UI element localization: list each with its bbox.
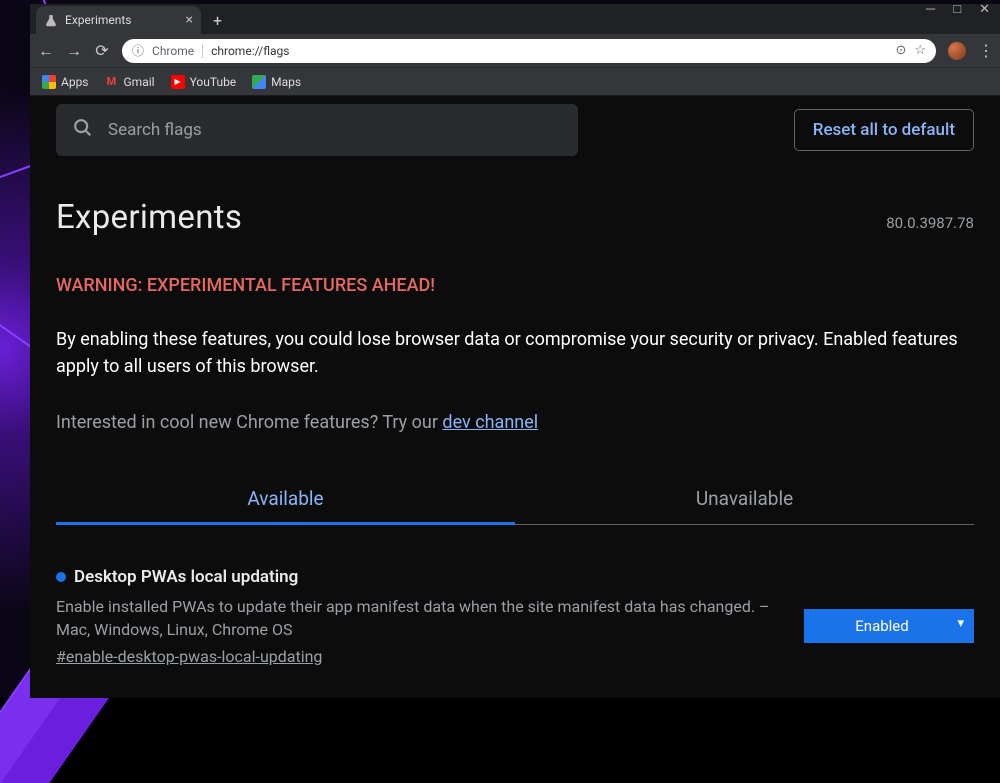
apps-grid-icon	[42, 75, 56, 89]
content-tabs: Available Unavailable	[56, 473, 974, 525]
bookmark-gmail[interactable]: M Gmail	[105, 75, 155, 89]
flag-state-select-wrap: Enabled	[804, 609, 974, 643]
address-bar[interactable]: ⓘ Chrome chrome://flags ⊙ ☆	[122, 39, 936, 63]
tab-available[interactable]: Available	[56, 473, 515, 525]
header-row: Experiments 80.0.3987.78	[56, 198, 974, 237]
bookmark-apps[interactable]: Apps	[42, 75, 89, 89]
flag-item: Desktop PWAs local updating Enable insta…	[56, 567, 974, 666]
back-button[interactable]: ←	[38, 41, 54, 61]
reset-all-button[interactable]: Reset all to default	[794, 109, 974, 151]
browser-window: Experiments × + ← → ⟳ ⓘ Chrome chrome://…	[30, 4, 1000, 698]
bookmarks-bar: Apps M Gmail ▶ YouTube Maps	[30, 68, 1000, 96]
bookmark-label: YouTube	[190, 75, 237, 89]
page-content: Search flags Reset all to default Experi…	[30, 96, 1000, 698]
browser-toolbar: ← → ⟳ ⓘ Chrome chrome://flags ⊙ ☆ ⋮	[30, 34, 1000, 68]
warning-heading: WARNING: EXPERIMENTAL FEATURES AHEAD!	[56, 275, 974, 296]
profile-avatar[interactable]	[948, 42, 966, 60]
url-text: chrome://flags	[211, 44, 887, 58]
modified-dot-icon	[56, 572, 66, 582]
search-placeholder: Search flags	[108, 120, 202, 140]
page-title: Experiments	[56, 198, 242, 237]
info-icon[interactable]: ⓘ	[132, 42, 144, 59]
search-row: Search flags Reset all to default	[56, 104, 974, 156]
flag-main: Desktop PWAs local updating Enable insta…	[56, 567, 780, 666]
forward-button[interactable]: →	[66, 41, 82, 61]
bookmark-maps[interactable]: Maps	[252, 75, 301, 89]
browser-tab[interactable]: Experiments ×	[36, 6, 201, 34]
flag-state-select[interactable]: Enabled	[804, 609, 974, 643]
url-scheme-label: Chrome	[152, 44, 203, 58]
flag-anchor-link[interactable]: #enable-desktop-pwas-local-updating	[56, 647, 322, 666]
flag-title: Desktop PWAs local updating	[74, 567, 298, 587]
new-tab-button[interactable]: +	[201, 11, 234, 34]
maps-icon	[252, 75, 266, 89]
interest-line: Interested in cool new Chrome features? …	[56, 412, 974, 433]
gmail-icon: M	[105, 75, 119, 89]
tab-title: Experiments	[65, 13, 179, 27]
dev-channel-link[interactable]: dev channel	[442, 412, 538, 433]
flag-description: Enable installed PWAs to update their ap…	[56, 595, 780, 641]
warning-body: By enabling these features, you could lo…	[56, 326, 974, 380]
maximize-button[interactable]: □	[953, 4, 961, 18]
interest-prefix: Interested in cool new Chrome features? …	[56, 412, 442, 433]
bookmark-label: Maps	[271, 75, 301, 89]
bookmark-label: Gmail	[124, 75, 155, 89]
search-in-omnibox-icon[interactable]: ⊙	[895, 43, 906, 58]
tab-strip: Experiments × +	[30, 4, 1000, 34]
bookmark-youtube[interactable]: ▶ YouTube	[171, 75, 237, 89]
minimize-button[interactable]: ─	[926, 4, 935, 18]
tab-unavailable[interactable]: Unavailable	[515, 473, 974, 525]
youtube-icon: ▶	[171, 75, 185, 89]
bookmark-star-icon[interactable]: ☆	[914, 43, 926, 58]
window-controls: ─ □ ✕	[926, 0, 1000, 18]
reload-button[interactable]: ⟳	[94, 41, 110, 60]
version-label: 80.0.3987.78	[886, 214, 974, 232]
browser-menu-button[interactable]: ⋮	[978, 41, 992, 60]
flag-title-row: Desktop PWAs local updating	[56, 567, 780, 587]
close-tab-icon[interactable]: ×	[186, 12, 193, 28]
search-flags-input[interactable]: Search flags	[56, 104, 578, 156]
flask-icon	[44, 13, 58, 27]
bookmark-label: Apps	[61, 75, 89, 89]
search-icon	[72, 117, 94, 143]
close-window-button[interactable]: ✕	[979, 4, 990, 18]
